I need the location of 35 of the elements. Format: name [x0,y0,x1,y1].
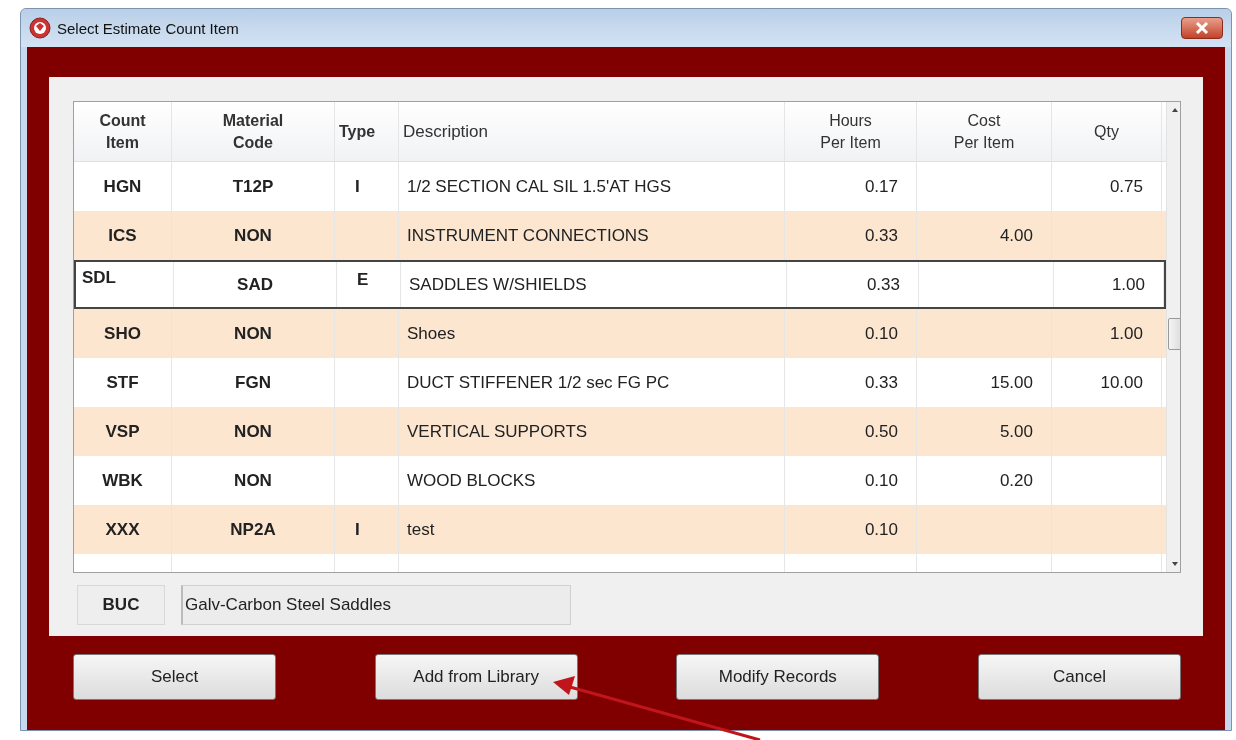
column-header[interactable]: Qty [1052,102,1162,161]
dialog-button[interactable]: Modify Records [676,654,880,700]
table-cell: 0.10 [785,505,917,554]
table-cell: SAD [174,262,337,307]
dialog-button[interactable]: Select [73,654,276,700]
code-field: BUC [77,585,165,625]
close-icon [1195,22,1209,34]
table-row[interactable]: XXX NP2A I test 0.10 [74,505,1166,554]
table-row[interactable]: ICS NON INSTRUMENT CONNECTIONS 0.33 4.00 [74,211,1166,260]
table-cell: 0.33 [787,262,919,307]
column-header[interactable]: Description [399,102,785,161]
table-cell: E [337,262,401,307]
table-cell: I [335,505,399,554]
column-header[interactable]: Hours Per Item [785,102,917,161]
column-header[interactable]: Type [335,102,399,161]
table-cell: SADDLES W/SHIELDS [401,262,787,307]
table-cell: test [399,505,785,554]
table-row[interactable]: VSP NON VERTICAL SUPPORTS 0.50 5.00 [74,407,1166,456]
vertical-scrollbar[interactable] [1166,102,1180,572]
table-cell: SDL [76,262,174,307]
dialog-button[interactable]: Cancel [977,654,1181,700]
column-header[interactable]: Material Code [172,102,335,161]
selected-row[interactable]: SDL SAD E SADDLES W/SHIELDS 0.33 1.00 [74,260,1166,309]
scrollbar-thumb[interactable] [1168,318,1180,350]
column-header[interactable]: Cost Per Item [917,102,1052,161]
table-cell: XXX [74,505,172,554]
table-cell: 1.00 [1054,262,1164,307]
description-field: Galv-Carbon Steel Saddles [181,585,571,625]
table-row[interactable]: SHO NON Shoes 0.10 1.00 [74,309,1166,358]
column-header[interactable]: Count Item [74,102,172,161]
close-button[interactable] [1181,17,1223,39]
dialog-button[interactable]: Add from Library [374,654,578,700]
table-cell: NP2A [172,505,335,554]
window-title: Select Estimate Count Item [57,19,240,37]
app-icon [29,17,51,39]
